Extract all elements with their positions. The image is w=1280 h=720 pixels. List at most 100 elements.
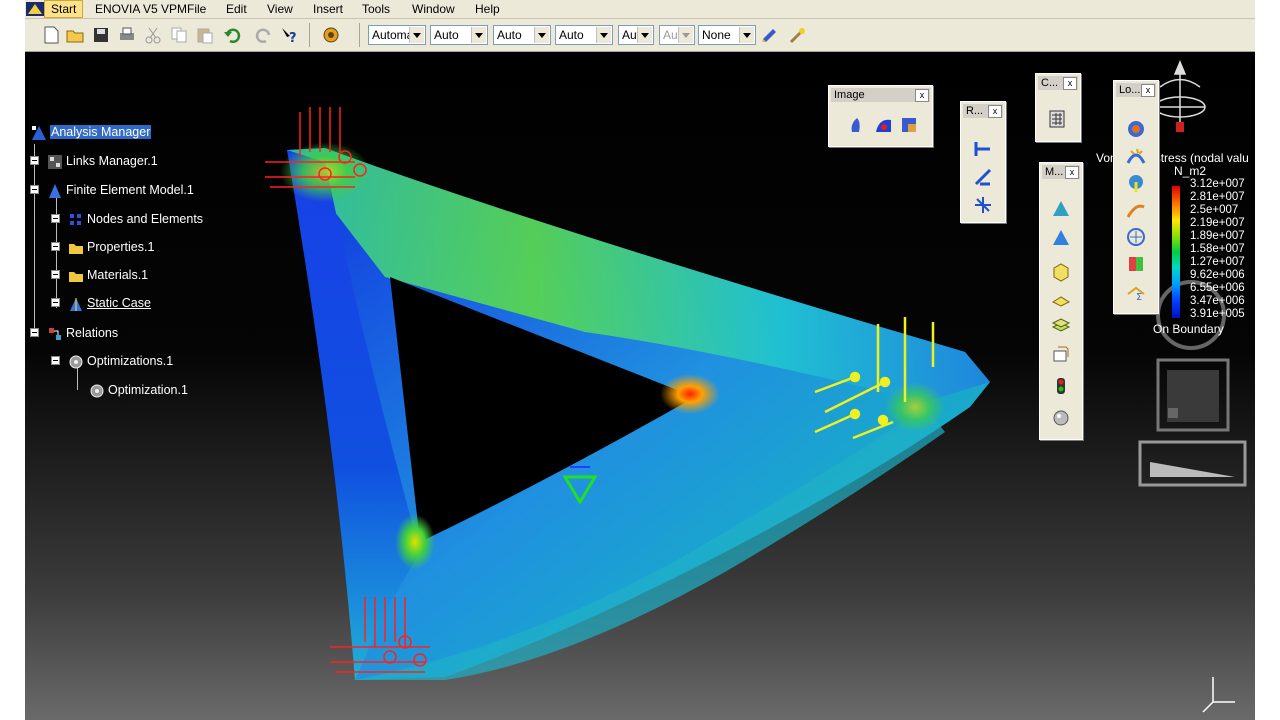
point-combo[interactable]: Aut [618, 25, 654, 45]
collapse-icon[interactable] [51, 356, 60, 365]
menu-edit[interactable]: Edit [226, 1, 247, 17]
chevron-down-icon[interactable] [534, 27, 549, 43]
tree-label[interactable]: Optimizations.1 [87, 354, 173, 368]
deformation-icon[interactable] [847, 114, 869, 136]
menu-start[interactable]: Start [44, 0, 84, 18]
advanced-restraint-icon[interactable] [972, 194, 994, 216]
load-sum-icon[interactable]: Σ [1125, 280, 1147, 302]
color-combo[interactable]: Automa [368, 25, 426, 45]
menu-insert[interactable]: Insert [313, 1, 343, 17]
tree-node-optimizations[interactable]: Optimizations.1 [68, 352, 173, 370]
legend-value: 2.81e+007 [1190, 191, 1245, 203]
collapse-icon[interactable] [30, 185, 39, 194]
tree-label[interactable]: Links Manager.1 [66, 154, 158, 168]
tree-node-fem[interactable]: Finite Element Model.1 [47, 181, 194, 199]
tetra-mesher-icon[interactable] [1050, 198, 1072, 220]
distributed-force-icon[interactable] [1125, 145, 1147, 167]
close-icon[interactable]: x [1063, 77, 1077, 90]
wand-icon[interactable] [788, 25, 808, 45]
tree-label[interactable]: Materials.1 [87, 268, 148, 282]
menu-tools[interactable]: Tools [362, 1, 390, 17]
layer-combo[interactable]: Aut [659, 25, 695, 45]
paste-icon[interactable] [195, 25, 215, 45]
pressure-icon[interactable] [1125, 118, 1147, 140]
open-icon[interactable] [65, 25, 85, 45]
menu-window[interactable]: Window [412, 1, 455, 17]
material-icon[interactable] [1050, 315, 1072, 337]
tree-node-nodes-elements[interactable]: Nodes and Elements [68, 210, 203, 228]
tree-node-materials[interactable]: Materials.1 [68, 266, 148, 284]
close-icon[interactable]: x [1065, 166, 1079, 179]
cut-icon[interactable] [143, 25, 163, 45]
tree-node-analysis-manager[interactable]: Analysis Manager [31, 123, 152, 141]
save-icon[interactable] [91, 25, 111, 45]
tree-label[interactable]: Optimization.1 [108, 383, 188, 397]
solid-property-icon[interactable] [1050, 261, 1072, 283]
redo-icon[interactable] [253, 25, 273, 45]
tree-label[interactable]: Relations [66, 326, 118, 340]
compute-icon[interactable] [1046, 108, 1068, 130]
close-icon[interactable]: x [915, 89, 929, 102]
tree-label[interactable]: Analysis Manager [50, 125, 152, 139]
collapse-icon[interactable] [30, 328, 39, 337]
whats-this-icon[interactable]: ? [279, 25, 299, 45]
tree-label[interactable]: Finite Element Model.1 [66, 183, 194, 197]
legend-value: 2.5e+007 [1190, 204, 1239, 216]
chevron-down-icon[interactable] [471, 27, 486, 43]
close-icon[interactable]: x [1141, 84, 1155, 97]
tree-node-relations[interactable]: Relations [47, 324, 118, 342]
von-mises-icon[interactable] [873, 114, 895, 136]
expand-icon[interactable] [51, 214, 60, 223]
chevron-down-icon[interactable] [596, 27, 611, 43]
linetype-combo[interactable]: Auto [493, 25, 551, 45]
thickness-combo[interactable]: Auto [555, 25, 613, 45]
menu-file[interactable]: File [187, 1, 206, 17]
transparency-combo[interactable]: Auto [430, 25, 488, 45]
tree-node-properties[interactable]: Properties.1 [68, 238, 154, 256]
chevron-down-icon[interactable] [678, 27, 693, 43]
close-icon[interactable]: x [988, 105, 1002, 118]
shell-property-icon[interactable] [1050, 289, 1072, 311]
tree-node-optimization[interactable]: Optimization.1 [89, 381, 188, 399]
model-checker-icon[interactable] [1050, 375, 1072, 397]
acceleration-icon[interactable] [1125, 172, 1147, 194]
legend-value: 1.89e+007 [1190, 230, 1245, 242]
new-icon[interactable] [41, 25, 61, 45]
tree-node-links-manager[interactable]: Links Manager.1 [47, 152, 158, 170]
model-manager-toolbar[interactable]: M... x [1039, 162, 1083, 440]
temperature-icon[interactable] [1125, 253, 1147, 275]
copy-icon[interactable] [169, 25, 189, 45]
tree-label[interactable]: Nodes and Elements [87, 212, 203, 226]
render-style-combo[interactable]: None [698, 25, 756, 45]
print-icon[interactable] [117, 25, 137, 45]
restraints-toolbar[interactable]: R... x [960, 101, 1006, 223]
expand-icon[interactable] [51, 298, 60, 307]
painter-icon[interactable] [760, 25, 780, 45]
tree-label[interactable]: Static Case [87, 296, 151, 310]
image-toolbar[interactable]: Image x [828, 85, 933, 147]
loads-toolbar[interactable]: Lo... x Σ [1113, 80, 1159, 314]
menu-enovia[interactable]: ENOVIA V5 VPM [95, 1, 187, 17]
expand-icon[interactable] [30, 156, 39, 165]
compute-toolbar[interactable]: C... x [1035, 73, 1081, 142]
expand-icon[interactable] [51, 270, 60, 279]
chevron-down-icon[interactable] [739, 27, 754, 43]
menu-help[interactable]: Help [475, 1, 500, 17]
transparency-combo-value: Auto [434, 28, 459, 42]
tree-label[interactable]: Properties.1 [87, 240, 154, 254]
sphere-icon[interactable] [1050, 407, 1072, 429]
tree-node-static-case[interactable]: Static Case [68, 294, 151, 312]
expand-icon[interactable] [51, 242, 60, 251]
displacement-icon[interactable] [899, 114, 921, 136]
chevron-down-icon[interactable] [409, 27, 424, 43]
clamp-icon[interactable] [972, 138, 994, 160]
undo-icon[interactable] [223, 25, 243, 45]
macro-icon[interactable] [321, 25, 341, 45]
chevron-down-icon[interactable] [637, 27, 652, 43]
menu-view[interactable]: View [267, 1, 293, 17]
volume-force-icon[interactable] [1125, 226, 1147, 248]
edit-property-icon[interactable] [1050, 343, 1072, 365]
octree-mesher-icon[interactable] [1050, 227, 1072, 249]
line-force-icon[interactable] [1125, 199, 1147, 221]
surface-slider-icon[interactable] [972, 166, 994, 188]
